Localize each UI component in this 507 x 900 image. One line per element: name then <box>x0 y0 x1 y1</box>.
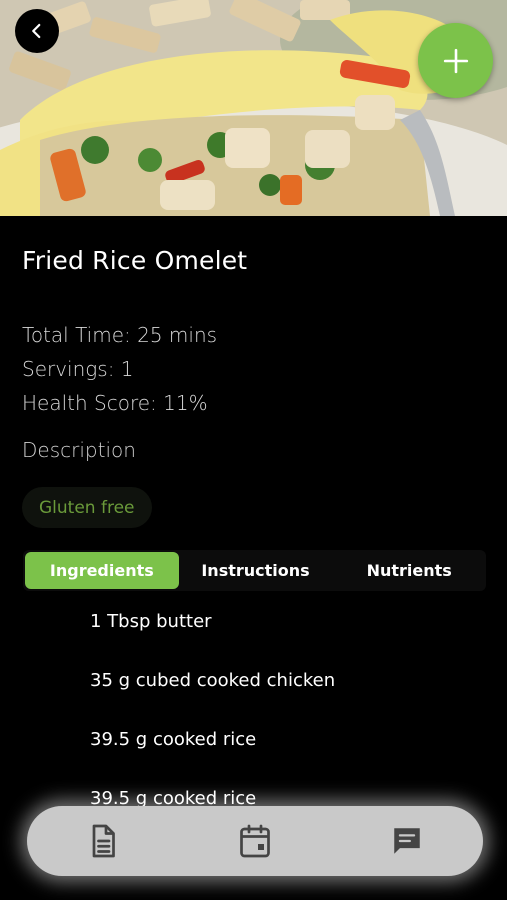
nav-recipes[interactable] <box>73 816 133 866</box>
tab-nutrients[interactable]: Nutrients <box>332 550 486 591</box>
add-button[interactable] <box>418 23 493 98</box>
chat-icon <box>394 828 420 854</box>
servings: Servings: 1 <box>22 357 134 381</box>
recipe-tabs: Ingredients Instructions Nutrients <box>23 550 486 591</box>
calendar-icon <box>240 824 270 858</box>
total-time: Total Time: 25 mins <box>22 323 218 347</box>
recipe-title: Fried Rice Omelet <box>22 246 248 275</box>
plus-icon <box>443 48 468 73</box>
health-score: Health Score: 11% <box>22 391 208 415</box>
back-button[interactable] <box>15 9 59 53</box>
ingredient-item: 35 g cubed cooked chicken <box>90 670 336 691</box>
diet-tag: Gluten free <box>22 487 152 528</box>
chevron-left-icon <box>32 23 41 39</box>
tab-ingredients[interactable]: Ingredients <box>25 552 179 589</box>
bottom-navigation <box>27 806 483 876</box>
nav-calendar[interactable] <box>225 816 285 866</box>
tab-instructions[interactable]: Instructions <box>179 550 333 591</box>
description-label: Description <box>22 438 136 462</box>
ingredient-item: 1 Tbsp butter <box>90 611 212 632</box>
ingredient-item: 39.5 g cooked rice <box>90 729 257 750</box>
document-icon <box>92 824 115 858</box>
nav-chat[interactable] <box>377 816 437 866</box>
